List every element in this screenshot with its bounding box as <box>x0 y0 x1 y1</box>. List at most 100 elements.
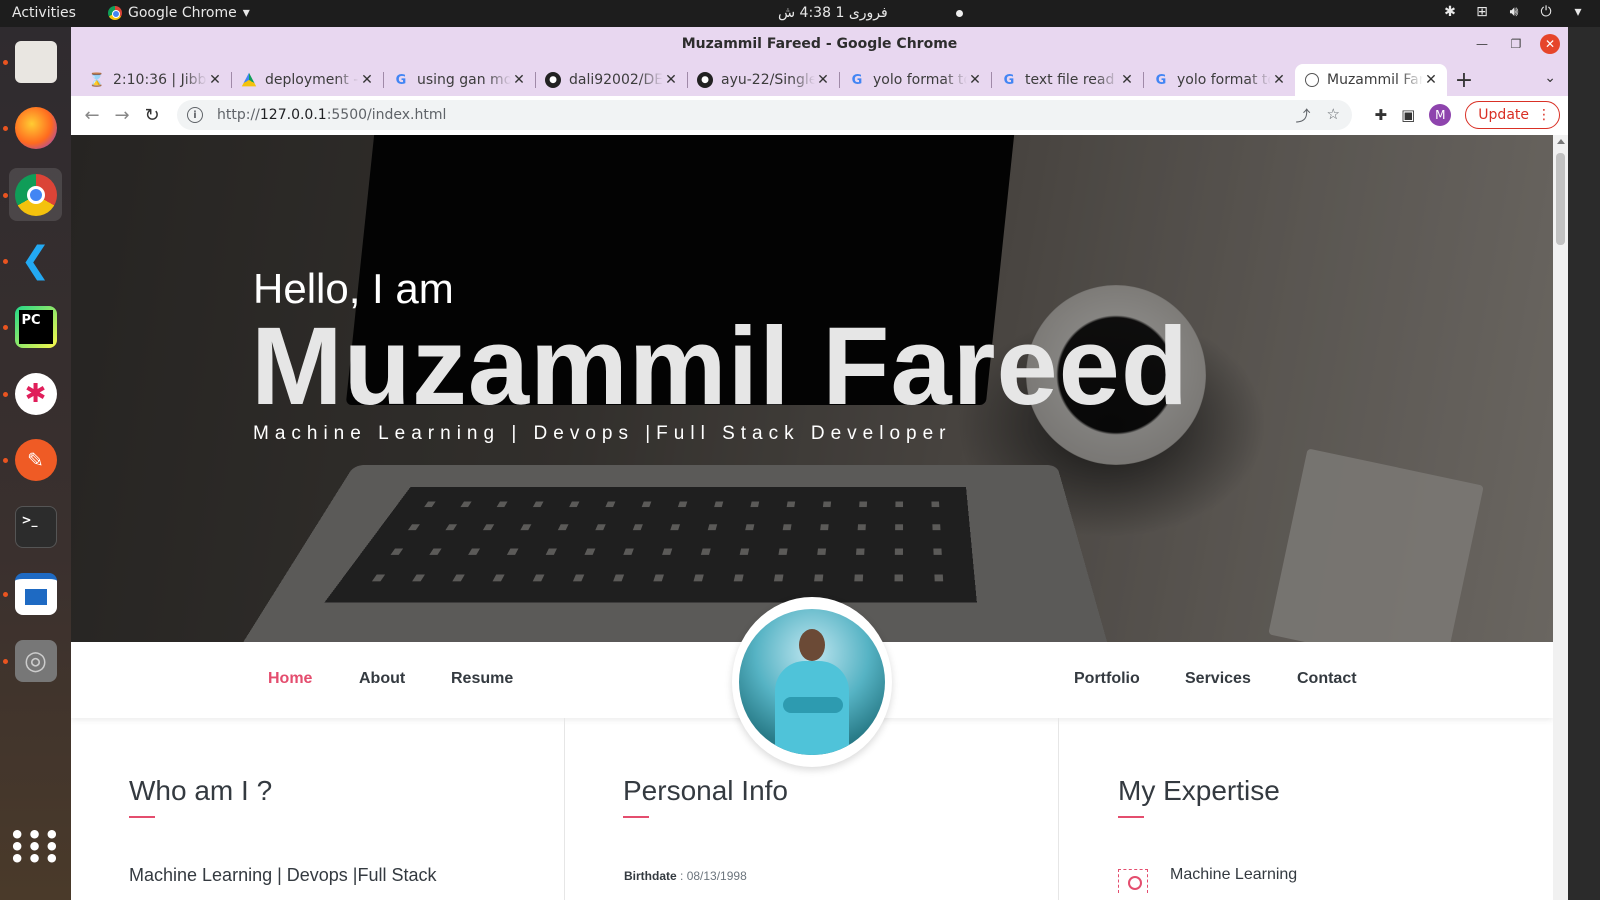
close-tab-icon[interactable]: ✕ <box>207 72 223 88</box>
forward-button[interactable]: → <box>107 105 137 126</box>
tab-github-de-gan[interactable]: ● dali92002/DE-GAN ✕ <box>535 64 687 96</box>
app-menu[interactable]: Google Chrome ▾ <box>108 5 250 21</box>
hero-section: Hello, I am Muzammil Fareed Machine Lear… <box>71 135 1553 642</box>
nav-contact[interactable]: Contact <box>1297 670 1357 688</box>
slack-tray-icon[interactable]: ✱ <box>1442 4 1458 20</box>
close-tab-icon[interactable]: ✕ <box>1271 72 1287 88</box>
close-window-button[interactable]: ✕ <box>1540 34 1560 54</box>
system-tray[interactable]: ✱ ⊞ 🔊︎ ⏻ ▾ <box>1442 4 1586 20</box>
nav-resume[interactable]: Resume <box>451 670 513 688</box>
tab-google-search-yolo[interactable]: G yolo format to ✕ <box>839 64 991 96</box>
share-icon[interactable]: ⤴ <box>1296 105 1311 126</box>
close-tab-icon[interactable]: ✕ <box>359 72 375 88</box>
birthdate-label: Birthdate <box>624 869 677 883</box>
postman-icon: ✎ <box>14 438 57 481</box>
update-button[interactable]: Update ⋮ <box>1465 101 1560 129</box>
window-title-bar[interactable]: Muzammil Fareed - Google Chrome — ❐ ✕ <box>71 27 1568 62</box>
tab-title: deployment - Google Drive <box>265 72 359 88</box>
dock: ❮ PC ✱ ✎ >_ ◎ ••• ••• ••• <box>0 27 71 900</box>
dock-writer[interactable] <box>9 567 62 620</box>
tab-title: text file read <box>1025 72 1115 88</box>
chrome-window: Muzammil Fareed - Google Chrome — ❐ ✕ ⌛ … <box>71 27 1568 900</box>
globe-icon <box>1305 73 1319 87</box>
extensions-puzzle-icon[interactable]: ✚ <box>1375 106 1388 124</box>
clock-label: فروری 1 4:38 ش <box>778 5 888 21</box>
reload-button[interactable]: ↻ <box>137 105 167 126</box>
nav-about[interactable]: About <box>359 670 405 688</box>
bookmark-star-icon[interactable]: ☆ <box>1327 105 1340 126</box>
dock-disc[interactable]: ◎ <box>9 634 62 687</box>
google-icon: G <box>395 72 407 88</box>
running-indicator <box>3 126 8 131</box>
nav-home[interactable]: Home <box>268 670 312 688</box>
page-scrollbar[interactable] <box>1553 135 1568 900</box>
tab-google-drive[interactable]: deployment - Google Drive ✕ <box>231 64 383 96</box>
scrollbar-thumb[interactable] <box>1556 153 1565 245</box>
close-tab-icon[interactable]: ✕ <box>815 72 831 88</box>
tab-title: using gan model <box>417 72 511 88</box>
column-divider <box>1058 718 1059 900</box>
dock-pycharm[interactable]: PC <box>9 300 62 353</box>
nav-portfolio[interactable]: Portfolio <box>1074 670 1140 688</box>
tab-github-single-image[interactable]: ● ayu-22/Single-Image ✕ <box>687 64 839 96</box>
dock-chrome[interactable] <box>9 168 62 221</box>
notification-dot-icon <box>955 9 963 17</box>
tab-google-search-text-file[interactable]: G text file read ✕ <box>991 64 1143 96</box>
chrome-icon <box>14 173 57 216</box>
running-indicator <box>3 458 8 463</box>
running-indicator <box>3 659 8 664</box>
slack-icon: ✱ <box>14 372 57 415</box>
back-button[interactable]: ← <box>77 105 107 126</box>
tab-search-chevron-icon[interactable]: ⌄ <box>1544 70 1556 86</box>
clock[interactable]: فروری 1 4:38 ش <box>778 5 963 21</box>
scroll-up-arrow-icon[interactable] <box>1557 139 1565 144</box>
close-tab-icon[interactable]: ✕ <box>967 72 983 88</box>
url-text[interactable]: http://127.0.0.1:5500/index.html <box>217 107 446 123</box>
maximize-button[interactable]: ❐ <box>1506 34 1526 54</box>
window-title: Muzammil Fareed - Google Chrome <box>681 36 958 52</box>
close-tab-icon[interactable]: ✕ <box>1119 72 1135 88</box>
minimize-button[interactable]: — <box>1472 34 1492 54</box>
power-icon[interactable]: ⏻ <box>1538 4 1554 20</box>
dock-slack[interactable]: ✱ <box>9 367 62 420</box>
address-bar[interactable]: i http://127.0.0.1:5500/index.html ⤴ ☆ <box>177 100 1352 130</box>
dock-firefox[interactable] <box>9 101 62 154</box>
side-panel-icon[interactable]: ▣ <box>1401 106 1415 124</box>
activities-button[interactable]: Activities <box>12 5 76 21</box>
github-icon: ● <box>697 72 713 88</box>
dock-postman[interactable]: ✎ <box>9 433 62 486</box>
hero-tagline: Machine Learning | Devops |Full Stack De… <box>253 423 952 444</box>
terminal-icon: >_ <box>14 505 57 548</box>
close-tab-icon[interactable]: ✕ <box>663 72 679 88</box>
caret-down-icon[interactable]: ▾ <box>1570 4 1586 20</box>
dock-vscode[interactable]: ❮ <box>9 234 62 287</box>
app-menu-label: Google Chrome <box>128 5 237 21</box>
network-icon[interactable]: ⊞ <box>1474 4 1490 20</box>
heading-underline <box>1118 816 1144 818</box>
files-icon <box>14 40 57 83</box>
heading-underline <box>129 816 155 818</box>
dock-terminal[interactable]: >_ <box>9 500 62 553</box>
close-tab-icon[interactable]: ✕ <box>511 72 527 88</box>
tab-title: ayu-22/Single-Image <box>721 72 815 88</box>
running-indicator <box>3 592 8 597</box>
show-apps-button[interactable]: ••• ••• ••• <box>9 820 62 873</box>
google-icon: G <box>1003 72 1015 88</box>
nav-services[interactable]: Services <box>1185 670 1251 688</box>
tab-muzammil-fareed[interactable]: Muzammil Fareed ✕ <box>1295 64 1447 96</box>
site-info-icon[interactable]: i <box>187 107 203 123</box>
birthdate-value: 08/13/1998 <box>686 869 747 883</box>
new-tab-button[interactable]: + <box>1447 64 1481 96</box>
tab-title: dali92002/DE-GAN <box>569 72 663 88</box>
pycharm-icon: PC <box>14 305 57 348</box>
running-indicator <box>3 392 8 397</box>
volume-icon[interactable]: 🔊︎ <box>1506 4 1522 20</box>
profile-avatar[interactable]: M <box>1429 104 1452 126</box>
tab-jibble[interactable]: ⌛ 2:10:36 | Jibble ✕ <box>79 64 231 96</box>
tab-title: Muzammil Fareed <box>1327 72 1423 88</box>
tab-google-search-gan[interactable]: G using gan model ✕ <box>383 64 535 96</box>
firefox-icon <box>14 106 57 149</box>
tab-google-search-yolo-2[interactable]: G yolo format to ✕ <box>1143 64 1295 96</box>
dock-files[interactable] <box>9 35 62 88</box>
close-tab-icon[interactable]: ✕ <box>1423 72 1439 88</box>
